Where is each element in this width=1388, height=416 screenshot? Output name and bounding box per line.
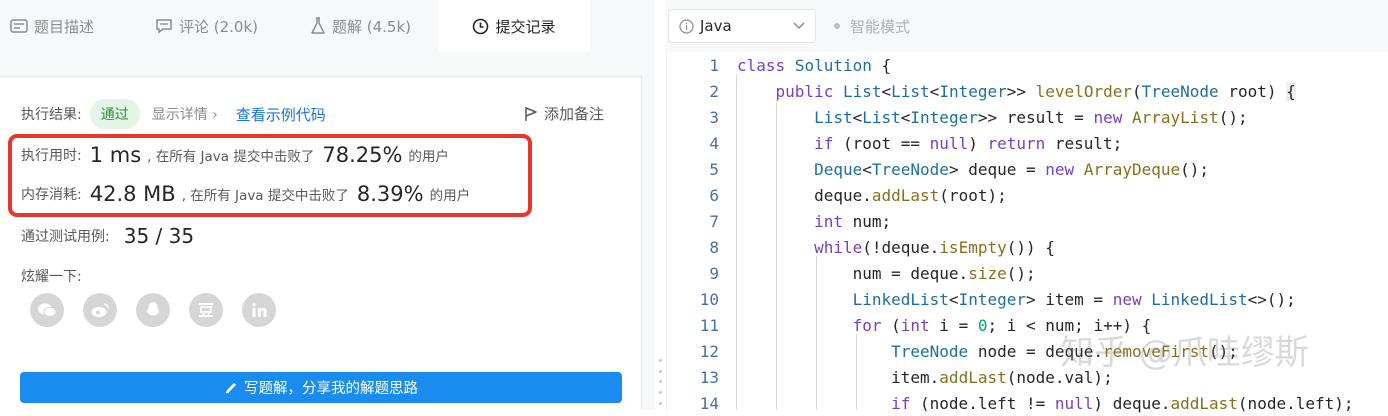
tab-solutions[interactable]: 题解 (4.5k) [310, 0, 411, 52]
tab-submissions[interactable]: 提交记录 [438, 0, 590, 52]
result-label: 执行结果: [21, 107, 82, 123]
memory-mid: , 在所有 Java 提交中击败了 [181, 188, 349, 204]
language-select[interactable]: Java [668, 9, 816, 43]
tests-value: 35 / 35 [123, 224, 195, 248]
line-number: 6 [709, 185, 719, 205]
flask-icon [311, 17, 325, 34]
weibo-icon[interactable] [83, 293, 117, 327]
clock-icon [473, 18, 489, 34]
line-number: 5 [709, 159, 719, 179]
qq-icon[interactable] [136, 293, 170, 327]
memory-label: 内存消耗: [21, 187, 82, 203]
indent-guide [856, 334, 857, 410]
code-text: if (root == null) return result; [814, 133, 1123, 153]
description-icon [10, 19, 28, 33]
language-label: Java [700, 17, 732, 35]
linkedin-icon[interactable] [242, 293, 276, 327]
show-details-link[interactable]: 显示详情 › [152, 104, 218, 124]
line-number: 9 [709, 263, 719, 283]
share-label: 炫耀一下: [21, 269, 82, 285]
code-text: item.addLast(node.val); [737, 367, 1113, 387]
tab-comments[interactable]: 评论 (2.0k) [155, 0, 258, 52]
chevron-down-icon [793, 22, 805, 30]
code-text: Deque<TreeNode> deque = new ArrayDeque()… [814, 159, 1210, 179]
handle-dot [658, 402, 662, 406]
runtime-mid: , 在所有 Java 提交中击败了 [147, 149, 315, 165]
line-number: 7 [709, 211, 719, 231]
mode-dot [834, 23, 840, 29]
indent-guide [736, 74, 737, 410]
result-row: 执行结果: 通过 显示详情 › 查看示例代码 [21, 99, 326, 129]
memory-percent: 8.39% [356, 182, 424, 206]
watermark: 知乎 @爪哇缪斯 [1060, 333, 1309, 373]
handle-dot [658, 369, 662, 373]
code-text: int num; [814, 211, 892, 231]
status-badge: 通过 [89, 99, 140, 129]
memory-tail: 的用户 [429, 188, 471, 204]
handle-dot [658, 380, 662, 384]
left-panel: 题目描述 评论 (2.0k) 题解 (4.5k) 提交记录 执行结果: 通过 显… [0, 0, 655, 410]
tests-label: 通过测试用例: [21, 229, 110, 245]
line-number: 8 [709, 237, 719, 257]
add-note-button[interactable]: 添加备注 [524, 103, 604, 124]
panel-resize-handle[interactable] [657, 355, 663, 409]
flag-icon [525, 106, 537, 121]
indent-guide [816, 256, 817, 410]
write-solution-label: 写题解，分享我的解题思路 [244, 381, 418, 397]
line-number: 11 [699, 315, 719, 335]
line-number: 4 [709, 133, 719, 153]
comment-icon [156, 19, 172, 34]
write-solution-button[interactable]: 写题解，分享我的解题思路 [20, 372, 622, 403]
line-number: 10 [699, 289, 719, 309]
runtime-value: 1 ms [89, 143, 142, 167]
code-text: List<List<Integer>> result = new ArrayLi… [814, 107, 1248, 127]
example-code-link[interactable]: 查看示例代码 [236, 104, 326, 125]
pencil-icon [225, 382, 236, 393]
tab-submissions-label: 提交记录 [495, 17, 556, 36]
line-number: 1 [709, 55, 719, 75]
smart-mode-label: 智能模式 [850, 17, 911, 36]
tab-comments-label: 评论 (2.0k) [179, 17, 259, 36]
tab-solutions-label: 题解 (4.5k) [332, 17, 412, 36]
line-number: 3 [709, 107, 719, 127]
code-line: 1 class Solution { [667, 52, 1388, 78]
tab-bar: 题目描述 评论 (2.0k) 题解 (4.5k) 提交记录 [0, 0, 655, 52]
wechat-icon[interactable] [30, 293, 64, 327]
runtime-tail: 的用户 [408, 149, 449, 165]
share-row-label: 炫耀一下: [21, 266, 82, 286]
douban-icon[interactable] [189, 293, 223, 327]
share-icons [30, 293, 276, 327]
code-text: public List<List<Integer>> levelOrder(Tr… [775, 81, 1296, 101]
code-text: LinkedList<Integer> item = new LinkedLis… [852, 289, 1296, 309]
code-text: deque.addLast(root); [737, 185, 1007, 205]
add-note-label: 添加备注 [544, 105, 605, 123]
runtime-label: 执行用时: [21, 148, 82, 164]
code-text: num = deque.size(); [737, 263, 1036, 283]
code-text: while(!deque.isEmpty()) { [814, 237, 1055, 257]
handle-dot [658, 358, 662, 362]
memory-value: 42.8 MB [89, 182, 176, 206]
info-icon [679, 18, 694, 34]
line-number: 13 [699, 367, 719, 387]
editor-toolbar: Java 智能模式 [666, 0, 1388, 52]
memory-row: 内存消耗: 42.8 MB , 在所有 Java 提交中击败了 8.39% 的用… [21, 182, 470, 206]
runtime-row: 执行用时: 1 ms , 在所有 Java 提交中击败了 78.25% 的用户 [21, 143, 449, 167]
indent-guide [776, 100, 777, 410]
tab-description-label: 题目描述 [34, 17, 95, 36]
tests-row: 通过测试用例: 35 / 35 [21, 224, 200, 248]
code-text: class Solution { [737, 55, 892, 75]
smart-mode-toggle[interactable]: 智能模式 [834, 9, 910, 43]
runtime-percent: 78.25% [322, 143, 403, 167]
tab-description[interactable]: 题目描述 [10, 0, 94, 52]
line-number: 12 [699, 341, 719, 361]
line-number: 2 [709, 81, 719, 101]
handle-dot [658, 391, 662, 395]
